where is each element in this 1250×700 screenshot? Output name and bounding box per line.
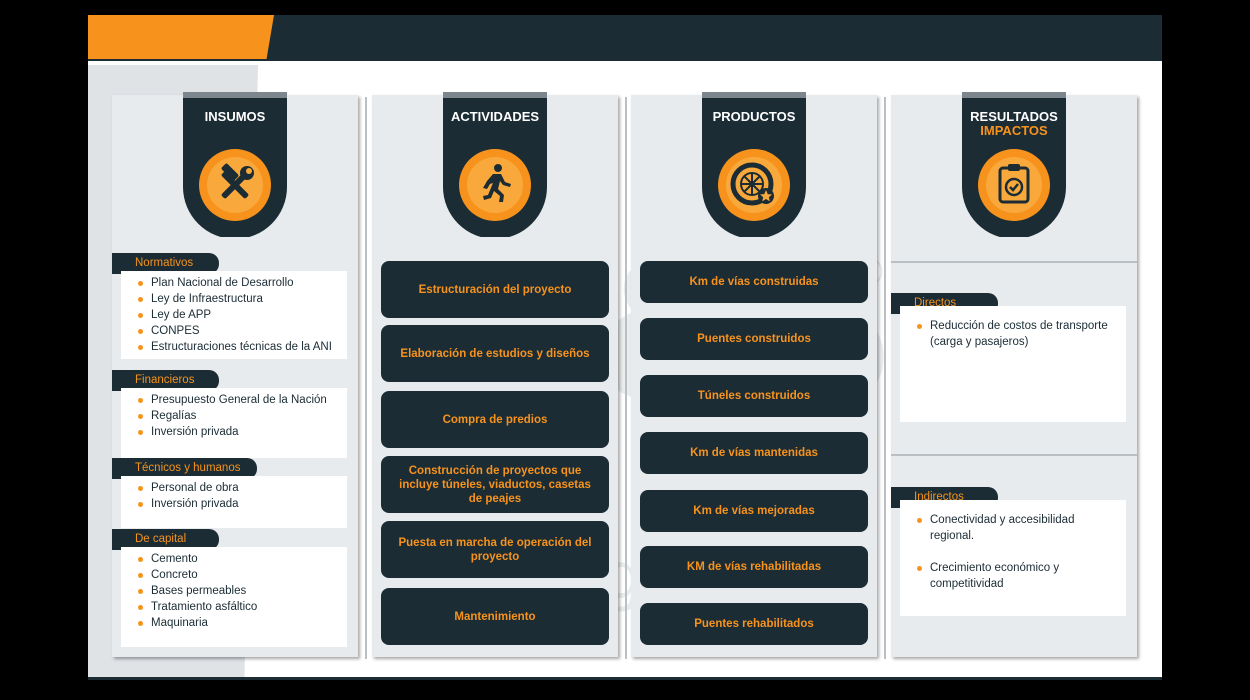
column-separator [365,97,367,659]
list-item: Regalías [138,408,347,424]
list-item: Inversión privada [138,496,347,512]
result-box-indirectos: Conectividad y accesibilidad regional. C… [900,500,1126,616]
section-divider [891,454,1137,456]
category-box-capital: Cemento Concreto Bases permeables Tratam… [121,547,347,647]
column-title: INSUMOS [204,109,266,124]
list-item: Cemento [138,551,347,567]
product-box: KM de vías rehabilitadas [640,546,868,588]
list-item: CONPES [138,323,347,339]
category-box-normativos: Plan Nacional de Desarrollo Ley de Infra… [121,271,347,359]
badge-productos: PRODUCTOS [702,92,806,237]
list-item: Plan Nacional de Desarrollo [138,275,347,291]
list-item: Presupuesto General de la Nación [138,392,347,408]
column-title: PRODUCTOS [712,109,796,124]
section-divider [891,261,1137,263]
category-box-tecnicos: Personal de obra Inversión privada [121,476,347,528]
column-resultados: RESULTADOS IMPACTOS Directos Reducción d… [891,92,1137,657]
list-item: Inversión privada [138,424,347,440]
activity-box: Compra de predios [381,391,609,448]
running-man-icon [465,154,525,214]
column-title: RESULTADOS [970,109,1058,124]
column-insumos: INSUMOS Normativos Plan Nacional de Desa… [112,92,358,657]
product-box: Puentes rehabilitados [640,603,868,645]
column-title: ACTIVIDADES [450,109,540,124]
list-item: Estructuraciones técnicas de la ANI [138,339,347,355]
product-box: Túneles construidos [640,375,868,417]
product-box: Km de vías mantenidas [640,432,868,474]
list-item: Maquinaria [138,615,347,631]
tools-icon [205,154,265,214]
activity-box: Puesta en marcha de operación del proyec… [381,521,609,578]
bottom-line [88,677,1162,680]
activity-box: Estructuración del proyecto [381,261,609,318]
category-box-financieros: Presupuesto General de la Nación Regalía… [121,388,347,458]
top-bar-line [88,59,1162,61]
wheel-icon [724,154,784,214]
clipboard-check-icon [984,154,1044,214]
product-box: Km de vías mejoradas [640,490,868,532]
slide: M&S ® Holding Group INSUMOS [88,15,1162,680]
result-box-directos: Reducción de costos de transporte (carga… [900,306,1126,422]
activity-box: Elaboración de estudios y diseños [381,325,609,382]
column-separator [884,97,886,659]
column-separator [625,97,627,659]
list-item: Concreto [138,567,347,583]
activity-box: Mantenimiento [381,588,609,645]
product-box: Km de vías construidas [640,261,868,303]
badge-actividades: ACTIVIDADES [443,92,547,237]
badge-resultados: RESULTADOS IMPACTOS [962,92,1066,237]
list-item: Crecimiento económico y competitividad [917,560,1118,592]
list-item: Ley de APP [138,307,347,323]
list-item: Bases permeables [138,583,347,599]
badge-insumos: INSUMOS [183,92,287,237]
top-bar-accent [88,15,274,59]
column-title-secondary: IMPACTOS [980,123,1048,138]
list-item: Ley de Infraestructura [138,291,347,307]
activity-box: Construcción de proyectos que incluye tú… [381,456,609,513]
column-productos: PRODUCTOS Km de vías construidas Puentes… [631,92,877,657]
list-item: Personal de obra [138,480,347,496]
list-item: Tratamiento asfáltico [138,599,347,615]
product-box: Puentes construidos [640,318,868,360]
list-item: Conectividad y accesibilidad regional. [917,512,1118,544]
column-actividades: ACTIVIDADES Estructuración del proyecto … [372,92,618,657]
list-item: Reducción de costos de transporte (carga… [917,318,1118,350]
